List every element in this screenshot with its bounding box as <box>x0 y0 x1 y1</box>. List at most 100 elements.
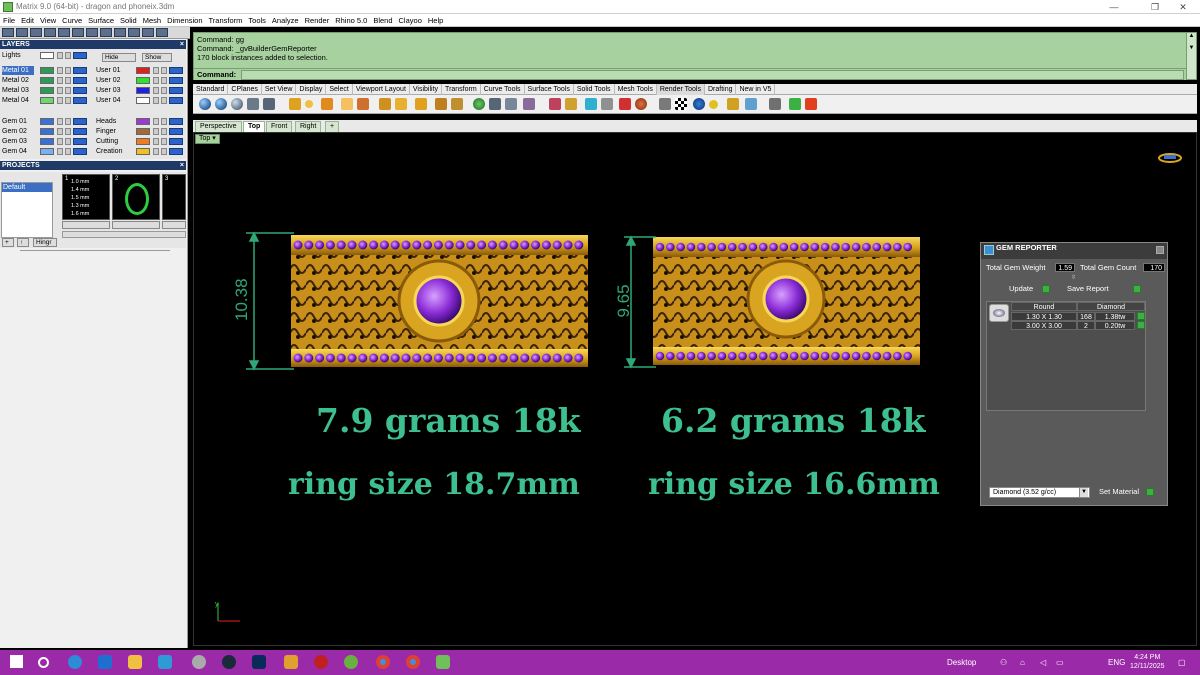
layer-row[interactable]: Lights <box>0 51 92 60</box>
render-sphere-icon[interactable] <box>215 98 227 110</box>
layer-row[interactable]: User 03 <box>94 86 186 95</box>
volume-icon[interactable]: ◁ <box>1040 650 1046 675</box>
grid-icon[interactable] <box>114 28 126 37</box>
menu-help[interactable]: Help <box>425 14 446 27</box>
projects-close-icon[interactable]: × <box>180 161 184 170</box>
point-light-icon[interactable] <box>305 100 313 108</box>
layer-row[interactable]: Heads <box>94 117 186 126</box>
render-play-icon[interactable] <box>789 98 801 110</box>
sun-app-icon[interactable] <box>284 655 298 669</box>
render-icon[interactable] <box>86 28 98 37</box>
desktop-label[interactable]: Desktop <box>947 650 976 675</box>
light-edit-icon[interactable] <box>379 98 391 110</box>
layer-lock-toggle[interactable] <box>65 67 71 74</box>
layer-lock-toggle[interactable] <box>65 77 71 84</box>
cube-icon[interactable] <box>585 98 597 110</box>
menu-transform[interactable]: Transform <box>206 14 246 27</box>
layer-lock-toggle[interactable] <box>65 118 71 125</box>
layer-visible-toggle[interactable] <box>153 77 159 84</box>
layer-lock-toggle[interactable] <box>65 97 71 104</box>
layer-visible-toggle[interactable] <box>57 87 63 94</box>
layer-visible-toggle[interactable] <box>57 118 63 125</box>
app-circle-icon[interactable] <box>222 655 236 669</box>
search-icon[interactable] <box>38 657 49 668</box>
folder-icon[interactable] <box>727 98 739 110</box>
chevron-down-icon[interactable]: ▼ <box>1079 488 1088 497</box>
notification-icon[interactable]: ▢ <box>1178 650 1186 675</box>
layer-color-swatch[interactable] <box>136 138 150 145</box>
layer-material-swatch[interactable] <box>169 77 183 84</box>
thumb-controls[interactable] <box>162 221 186 229</box>
redo-icon[interactable] <box>58 28 70 37</box>
file-explorer-icon[interactable] <box>128 655 142 669</box>
tab-top[interactable]: Top <box>243 121 266 132</box>
layer-lock-toggle[interactable] <box>65 87 71 94</box>
row-select-icon[interactable] <box>1137 321 1145 329</box>
snap-icon[interactable] <box>142 28 154 37</box>
menu-blend[interactable]: Blend <box>370 14 395 27</box>
thumb-scrollbar[interactable] <box>62 231 186 238</box>
layer-material-swatch[interactable] <box>169 128 183 135</box>
thumb-controls[interactable] <box>62 221 110 229</box>
layer-row[interactable]: Cutting <box>94 137 186 146</box>
record-app-icon[interactable] <box>314 655 328 669</box>
layer-lock-toggle[interactable] <box>161 67 167 74</box>
panel-grip-icon[interactable]: ⇳ <box>1071 274 1076 281</box>
layer-visible-toggle[interactable] <box>153 138 159 145</box>
layer-visible-toggle[interactable] <box>57 77 63 84</box>
record-icon[interactable] <box>805 98 817 110</box>
settings-icon[interactable] <box>192 655 206 669</box>
layer-color-swatch[interactable] <box>40 118 54 125</box>
layer-visible-toggle[interactable] <box>57 138 63 145</box>
layer-material-swatch[interactable] <box>73 97 87 104</box>
layer-material-swatch[interactable] <box>73 148 87 155</box>
tab-solid-tools[interactable]: Solid Tools <box>574 84 615 95</box>
tab-display[interactable]: Display <box>296 84 327 95</box>
layer-color-swatch[interactable] <box>136 97 150 104</box>
layer-row[interactable]: Metal 04 <box>0 96 92 105</box>
linear-light-icon[interactable] <box>357 98 369 110</box>
tab-visibility[interactable]: Visibility <box>410 84 443 95</box>
hide-button[interactable]: Hide <box>102 53 136 62</box>
layer-lock-toggle[interactable] <box>161 128 167 135</box>
tab-set-view[interactable]: Set View <box>262 84 297 95</box>
layer-row[interactable]: Gem 04 <box>0 147 92 156</box>
layer-color-swatch[interactable] <box>40 87 54 94</box>
material-select[interactable]: Diamond (3.52 g/cc) ▼ <box>989 487 1090 498</box>
layer-color-swatch[interactable] <box>40 67 54 74</box>
preview-icon[interactable] <box>745 98 757 110</box>
layer-lock-toggle[interactable] <box>161 138 167 145</box>
layer-row[interactable]: User 04 <box>94 96 186 105</box>
green-app-icon[interactable] <box>344 655 358 669</box>
language-label[interactable]: ENG <box>1108 650 1125 675</box>
layer-row[interactable]: Metal 03 <box>0 86 92 95</box>
layer-row[interactable]: User 01 <box>94 66 186 75</box>
spotlight-icon[interactable] <box>289 98 301 110</box>
layer-color-swatch[interactable] <box>136 67 150 74</box>
layer-visible-toggle[interactable] <box>57 148 63 155</box>
tab-surface-tools[interactable]: Surface Tools <box>525 84 574 95</box>
layer-lock-toggle[interactable] <box>161 87 167 94</box>
layer-row[interactable]: Creation <box>94 147 186 156</box>
layer-visible-toggle[interactable] <box>153 128 159 135</box>
curve-piping-icon[interactable] <box>489 98 501 110</box>
layer-material-swatch[interactable] <box>169 148 183 155</box>
layer-visible-toggle[interactable] <box>153 118 159 125</box>
menu-tools[interactable]: Tools <box>245 14 269 27</box>
close-button[interactable]: ✕ <box>1166 0 1200 14</box>
layer-material-swatch[interactable] <box>73 67 87 74</box>
cube-map-icon[interactable] <box>565 98 577 110</box>
tab-standard[interactable]: Standard <box>193 84 229 95</box>
thumb-controls[interactable] <box>112 221 160 229</box>
layer-row[interactable]: Metal 01 <box>0 66 92 75</box>
material-sphere-icon[interactable] <box>231 98 243 110</box>
help-icon[interactable] <box>156 28 168 37</box>
layer-material-swatch[interactable] <box>169 138 183 145</box>
layer-color-swatch[interactable] <box>136 77 150 84</box>
command-scrollbar[interactable]: ▲ ▼ <box>1186 33 1196 79</box>
layer-material-swatch[interactable] <box>169 118 183 125</box>
save-report-button[interactable]: Save Report <box>1067 284 1109 294</box>
cylinder-icon[interactable] <box>601 98 613 110</box>
layer-visible-toggle[interactable] <box>153 97 159 104</box>
layer-color-swatch[interactable] <box>136 148 150 155</box>
